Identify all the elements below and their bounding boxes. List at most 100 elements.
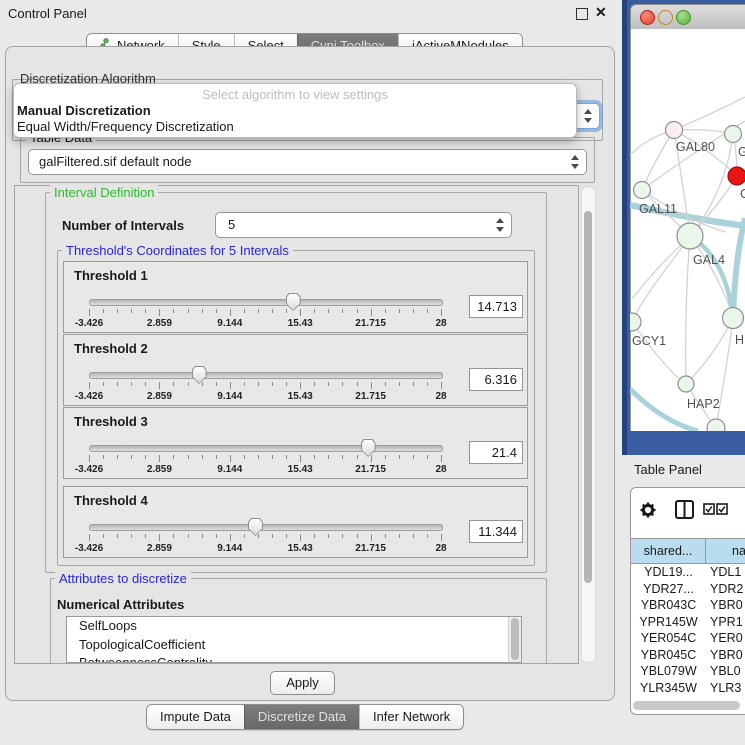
table-row[interactable]: YBR043CYBR0 <box>631 597 745 614</box>
network-node[interactable] <box>677 223 703 249</box>
threshold-value-field[interactable]: 6.316 <box>469 368 523 391</box>
zoom-traffic-light-icon[interactable] <box>676 10 691 25</box>
cell-name: YBL0 <box>706 663 741 680</box>
checkbox-icon[interactable] <box>704 504 714 514</box>
threshold-panel: Threshold 4 -3.4262.8599.14415.4321.71528… <box>63 486 528 558</box>
slider-axis-labels: -3.4262.8599.14415.4321.71528 <box>89 391 441 403</box>
threshold-panel: Threshold 1-3.4262.8599.14415.4321.71528… <box>63 261 528 333</box>
network-node[interactable] <box>728 167 745 185</box>
network-node[interactable] <box>630 313 641 331</box>
threshold-label: Threshold 3 <box>74 414 148 429</box>
threshold-value-field[interactable]: 21.4 <box>469 441 523 464</box>
algorithm-placeholder: Select algorithm to view settings <box>14 87 576 102</box>
app-window: Control Panel ✕ Network Style Select Cyn… <box>0 0 745 745</box>
slider-axis-labels: -3.4262.8599.14415.4321.71528 <box>89 464 441 476</box>
cell-name: YLR3 <box>706 680 741 697</box>
scrollbar-thumb[interactable] <box>511 618 519 660</box>
attribute-list-item[interactable]: BetweennessCentrality <box>67 654 521 663</box>
threshold-panel: Threshold 2 -3.4262.8599.14415.4321.71528… <box>63 334 528 406</box>
slider-ticks <box>89 382 441 390</box>
cell-name: YDR2 <box>706 581 743 598</box>
attributes-scrollbar[interactable] <box>508 617 521 662</box>
cell-name: YDL1 <box>706 564 741 581</box>
attributes-group-title: Attributes to discretize <box>55 571 191 586</box>
tab-infer-network[interactable]: Infer Network <box>359 705 463 729</box>
cell-shared-name: YIL052C <box>631 696 706 699</box>
network-node[interactable] <box>723 308 744 329</box>
network-node[interactable] <box>707 419 725 431</box>
table-row[interactable]: YBL079WYBL0 <box>631 663 745 680</box>
threshold-label: Threshold 4 <box>74 493 148 508</box>
cell-shared-name: YBL079W <box>631 663 706 680</box>
table-row[interactable]: YDL19...YDL1 <box>631 564 745 581</box>
attribute-items: SelfLoopsTopologicalCoefficientBetweenne… <box>67 617 521 663</box>
network-node[interactable] <box>725 126 742 143</box>
cell-shared-name: YBR043C <box>631 597 706 614</box>
algorithm-option-equal-width[interactable]: Equal Width/Frequency Discretization <box>17 119 234 134</box>
algorithm-option-manual[interactable]: Manual Discretization <box>17 103 151 118</box>
slider-axis-labels: -3.4262.8599.14415.4321.71528 <box>89 543 441 555</box>
table-row[interactable]: YDR27...YDR2 <box>631 581 745 598</box>
split-columns-icon[interactable] <box>676 501 693 518</box>
network-node-label: GCY1 <box>632 334 666 348</box>
cell-shared-name: YBR045C <box>631 647 706 664</box>
attribute-list-item[interactable]: TopologicalCoefficient <box>67 636 521 655</box>
table-toolbar <box>636 497 736 523</box>
window-frame-edge <box>622 0 627 455</box>
table-row[interactable]: YLR345WYLR3 <box>631 680 745 697</box>
threshold-value-field[interactable]: 14.713 <box>469 295 523 318</box>
threshold-slider[interactable] <box>89 445 443 452</box>
table-row[interactable]: YIL052CYIL0 <box>631 696 745 699</box>
tab-infer-network-label: Infer Network <box>373 705 450 729</box>
cell-shared-name: YLR345W <box>631 680 706 697</box>
cell-shared-name: YPR145W <box>631 614 706 631</box>
network-node[interactable] <box>666 122 683 139</box>
threshold-label: Threshold 1 <box>74 268 148 283</box>
cell-shared-name: YER054C <box>631 630 706 647</box>
network-node-label: C <box>740 187 745 201</box>
table-horizontal-scrollbar[interactable] <box>633 701 740 710</box>
checkbox-icon[interactable] <box>717 504 727 514</box>
threshold-slider[interactable] <box>89 524 443 531</box>
cell-name: YBR0 <box>706 647 743 664</box>
network-node-label: H <box>735 333 744 347</box>
numerical-attributes-label: Numerical Attributes <box>57 597 184 612</box>
tab-impute-data-label: Impute Data <box>160 705 231 729</box>
network-node-label: GAL4 <box>693 253 725 267</box>
threshold-label: Threshold 2 <box>74 341 148 356</box>
apply-button[interactable]: Apply <box>270 671 335 695</box>
column-header-shared[interactable]: shared... <box>631 539 706 563</box>
cell-name: YER0 <box>706 630 743 647</box>
attribute-list-item[interactable]: SelfLoops <box>67 617 521 636</box>
network-node[interactable] <box>678 376 694 392</box>
network-node[interactable] <box>634 182 651 199</box>
table-row[interactable]: YER054CYER0 <box>631 630 745 647</box>
network-node-label: GAL11 <box>639 202 677 216</box>
threshold-value-field[interactable]: 11.344 <box>469 520 523 543</box>
threshold-slider[interactable] <box>89 299 443 306</box>
slider-ticks <box>89 309 441 317</box>
gear-icon[interactable] <box>641 503 656 518</box>
tab-impute-data[interactable]: Impute Data <box>147 705 244 729</box>
table-panel-title: Table Panel <box>634 462 702 477</box>
table-row[interactable]: YBR045CYBR0 <box>631 647 745 664</box>
column-header-name[interactable]: na <box>706 539 745 563</box>
cell-name: YIL0 <box>706 696 736 699</box>
cell-name: YPR1 <box>706 614 743 631</box>
cell-shared-name: YDR27... <box>631 581 706 598</box>
table-rows: YDL19...YDL1YDR27...YDR2YBR043CYBR0YPR14… <box>631 564 745 699</box>
minimize-traffic-light-icon[interactable] <box>658 10 673 25</box>
network-node-label: GA <box>738 145 745 159</box>
network-graph: GAL80GACGAL11GAL4GCY1HHAP2 <box>630 29 745 431</box>
slider-ticks <box>89 455 441 463</box>
numerical-attributes-list[interactable]: SelfLoopsTopologicalCoefficientBetweenne… <box>66 616 522 663</box>
cell-shared-name: YDL19... <box>631 564 706 581</box>
threshold-slider[interactable] <box>89 372 443 379</box>
table-header-row: shared... na <box>631 538 745 564</box>
bottom-tab-bar: Impute Data Discretize Data Infer Networ… <box>146 704 464 730</box>
combobox-stepper-icon <box>584 109 593 123</box>
table-row[interactable]: YPR145WYPR1 <box>631 614 745 631</box>
close-traffic-light-icon[interactable] <box>640 10 655 25</box>
network-node-label: HAP2 <box>687 397 720 411</box>
tab-discretize-data[interactable]: Discretize Data <box>244 705 359 729</box>
